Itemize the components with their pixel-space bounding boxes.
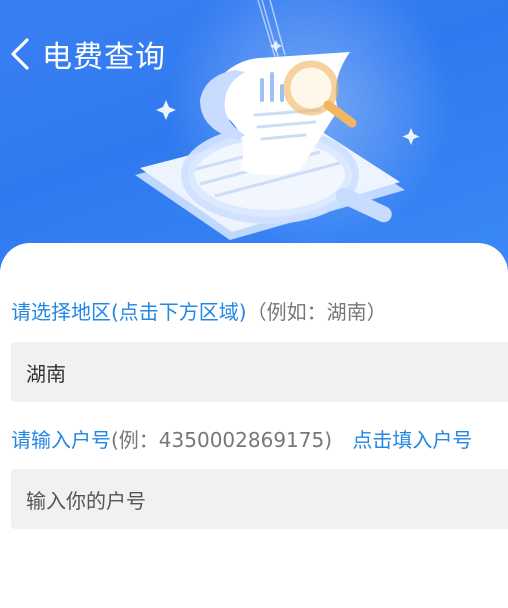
account-input[interactable]: 输入你的户号 bbox=[11, 469, 508, 529]
chevron-left-icon bbox=[11, 38, 29, 70]
back-button[interactable] bbox=[10, 37, 36, 71]
account-hint: (例：4350002869175) bbox=[111, 428, 333, 452]
account-placeholder: 输入你的户号 bbox=[26, 488, 146, 513]
region-hint: （例如：湖南） bbox=[246, 300, 387, 324]
region-select[interactable]: 湖南 bbox=[11, 342, 508, 402]
fill-account-link[interactable]: 点击填入户号 bbox=[352, 428, 472, 452]
page-title: 电费查询 bbox=[42, 40, 166, 75]
region-label-row: 请选择地区(点击下方区域)（例如：湖南） bbox=[11, 296, 387, 325]
region-label: 请选择地区(点击下方区域) bbox=[11, 300, 247, 324]
account-label-row: 请输入户号(例：4350002869175) 点击填入户号 bbox=[11, 424, 472, 453]
region-value: 湖南 bbox=[26, 361, 66, 386]
account-label: 请输入户号 bbox=[11, 428, 111, 452]
header-bar: 电费查询 bbox=[0, 22, 166, 86]
